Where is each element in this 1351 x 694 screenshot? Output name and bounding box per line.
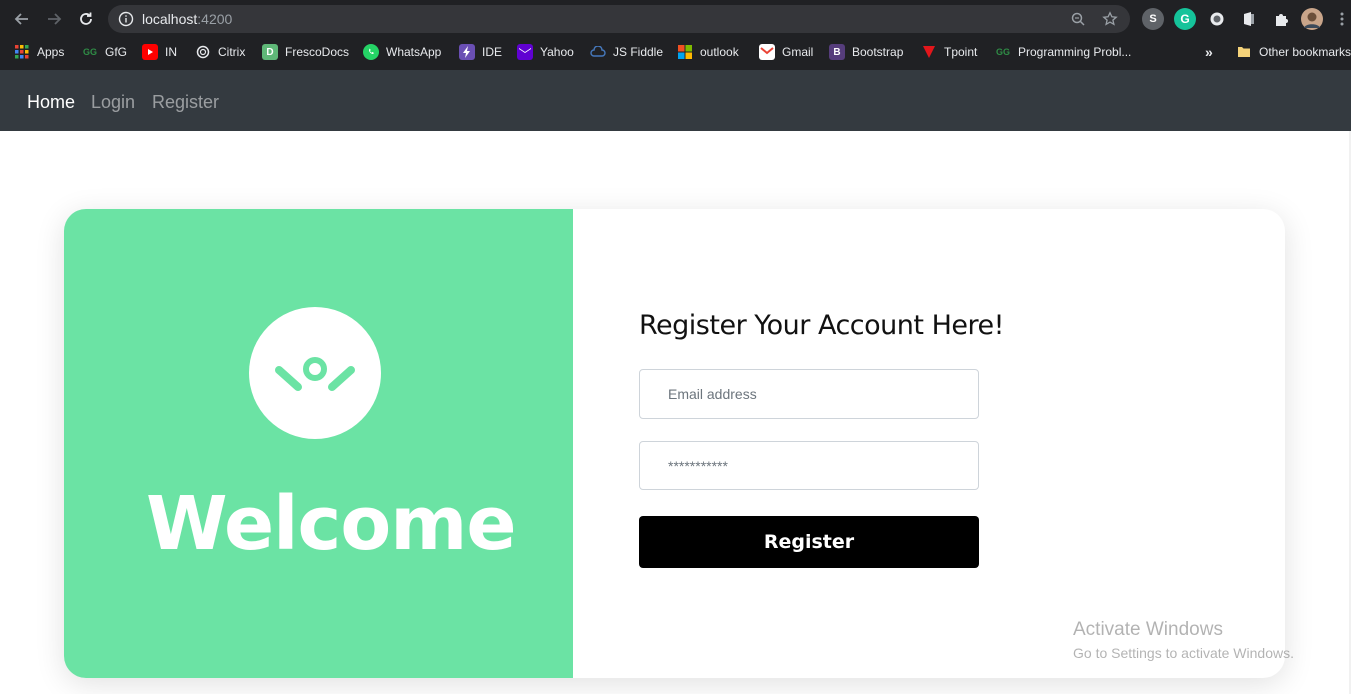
bookmark-outlook[interactable]: outlook <box>677 42 739 62</box>
bookmark-programming-problems[interactable]: GG Programming Probl... <box>995 42 1131 62</box>
apps-grid-icon <box>14 44 30 60</box>
bookmark-tpoint[interactable]: Tpoint <box>921 42 977 62</box>
nav-link-login[interactable]: Login <box>91 92 135 113</box>
bookmark-label: IN <box>165 45 177 59</box>
info-icon[interactable] <box>118 11 134 27</box>
ide-icon <box>459 44 475 60</box>
youtube-icon <box>142 44 158 60</box>
url-text: localhost:4200 <box>142 11 232 27</box>
bookmark-label: Tpoint <box>944 45 978 59</box>
register-button[interactable]: Register <box>639 516 979 568</box>
browser-menu-icon[interactable] <box>1340 12 1344 26</box>
bookmark-gfg[interactable]: GG GfG <box>82 42 127 62</box>
office-extension-icon[interactable] <box>1238 8 1260 30</box>
jsfiddle-icon <box>590 44 606 60</box>
password-field[interactable] <box>639 441 979 490</box>
welcome-panel: Welcome <box>64 209 573 678</box>
bookmark-label: Yahoo <box>540 45 574 59</box>
bookmark-whatsapp[interactable]: WhatsApp <box>363 42 441 62</box>
bookmark-citrix[interactable]: Citrix <box>195 42 245 62</box>
bookmark-label: Bootstrap <box>852 45 904 59</box>
back-arrow-icon <box>14 13 28 25</box>
bookmarks-bar: Apps GG GfG IN Citrix D FrescoDocs Whats… <box>0 38 1351 66</box>
bookmark-ide[interactable]: IDE <box>459 42 502 62</box>
microsoft-icon <box>677 44 693 60</box>
folder-icon <box>1236 44 1252 60</box>
bookmark-label: Citrix <box>218 45 246 59</box>
zoom-icon[interactable] <box>1070 11 1086 27</box>
address-bar[interactable]: localhost:4200 <box>108 5 1130 33</box>
citrix-icon <box>195 44 211 60</box>
forward-arrow-icon <box>48 13 62 25</box>
bookmark-label: Programming Probl... <box>1018 45 1132 59</box>
whatsapp-icon <box>363 44 379 60</box>
browser-chrome: localhost:4200 S G Apps GG GfG IN Citrix… <box>0 0 1351 70</box>
bookmark-label: GfG <box>105 45 128 59</box>
bookmark-yahoo[interactable]: Yahoo <box>517 42 574 62</box>
email-field[interactable] <box>639 369 979 419</box>
skype-extension-icon[interactable]: S <box>1142 8 1164 30</box>
url-host: localhost <box>142 11 198 27</box>
welcome-heading: Welcome <box>146 481 517 567</box>
reload-button[interactable] <box>74 7 98 31</box>
bookmark-label: Apps <box>37 45 65 59</box>
watermark-line-2: Go to Settings to activate Windows. <box>1073 645 1294 661</box>
form-title: Register Your Account Here! <box>639 310 1004 341</box>
extensions-puzzle-icon[interactable] <box>1270 8 1292 30</box>
bookmark-jsfiddle[interactable]: JS Fiddle <box>590 42 663 62</box>
register-form-panel: Register Your Account Here! Register <box>573 209 1285 678</box>
profile-avatar[interactable] <box>1301 8 1323 30</box>
activate-windows-watermark: Activate Windows Go to Settings to activ… <box>1073 619 1294 663</box>
bookmark-label: Other bookmarks <box>1259 45 1351 59</box>
frescodocs-icon: D <box>262 44 278 60</box>
gfg-icon: GG <box>82 47 97 57</box>
other-bookmarks-folder[interactable]: Other bookmarks <box>1236 42 1351 62</box>
bookmark-gmail[interactable]: Gmail <box>759 42 813 62</box>
bookmark-label: FrescoDocs <box>285 45 350 59</box>
bookmark-frescodocs[interactable]: D FrescoDocs <box>262 42 349 62</box>
bookmark-label: JS Fiddle <box>613 45 664 59</box>
url-port: :4200 <box>197 11 233 27</box>
bookmark-label: outlook <box>700 45 739 59</box>
gmail-icon <box>759 44 775 60</box>
app-navbar: Home Login Register <box>0 70 1351 131</box>
bookmark-label: WhatsApp <box>386 45 442 59</box>
forward-button[interactable] <box>42 7 66 31</box>
welcome-smiley-icon <box>249 307 381 439</box>
watermark-line-1: Activate Windows <box>1073 619 1223 640</box>
nav-link-home[interactable]: Home <box>27 92 75 113</box>
bookmark-bootstrap[interactable]: B Bootstrap <box>829 42 903 62</box>
register-card: Welcome Register Your Account Here! Regi… <box>64 209 1285 678</box>
bookmark-star-icon[interactable] <box>1102 11 1118 27</box>
bookmarks-overflow-button[interactable]: » <box>1205 42 1213 62</box>
yahoo-icon <box>517 44 533 60</box>
record-extension-icon[interactable] <box>1206 8 1228 30</box>
reload-icon <box>80 12 92 25</box>
bookmark-label: IDE <box>482 45 503 59</box>
nav-link-register[interactable]: Register <box>152 92 219 113</box>
grammarly-extension-icon[interactable]: G <box>1174 8 1196 30</box>
overflow-chevron-icon: » <box>1205 44 1213 60</box>
bookmark-label: Gmail <box>782 45 814 59</box>
gfg-icon: GG <box>995 47 1010 57</box>
tpoint-icon <box>921 44 937 60</box>
browser-toolbar: localhost:4200 S G <box>0 0 1351 38</box>
bookmark-in[interactable]: IN <box>142 42 177 62</box>
bookmark-apps[interactable]: Apps <box>14 42 64 62</box>
bootstrap-icon: B <box>829 44 845 60</box>
back-button[interactable] <box>10 7 34 31</box>
